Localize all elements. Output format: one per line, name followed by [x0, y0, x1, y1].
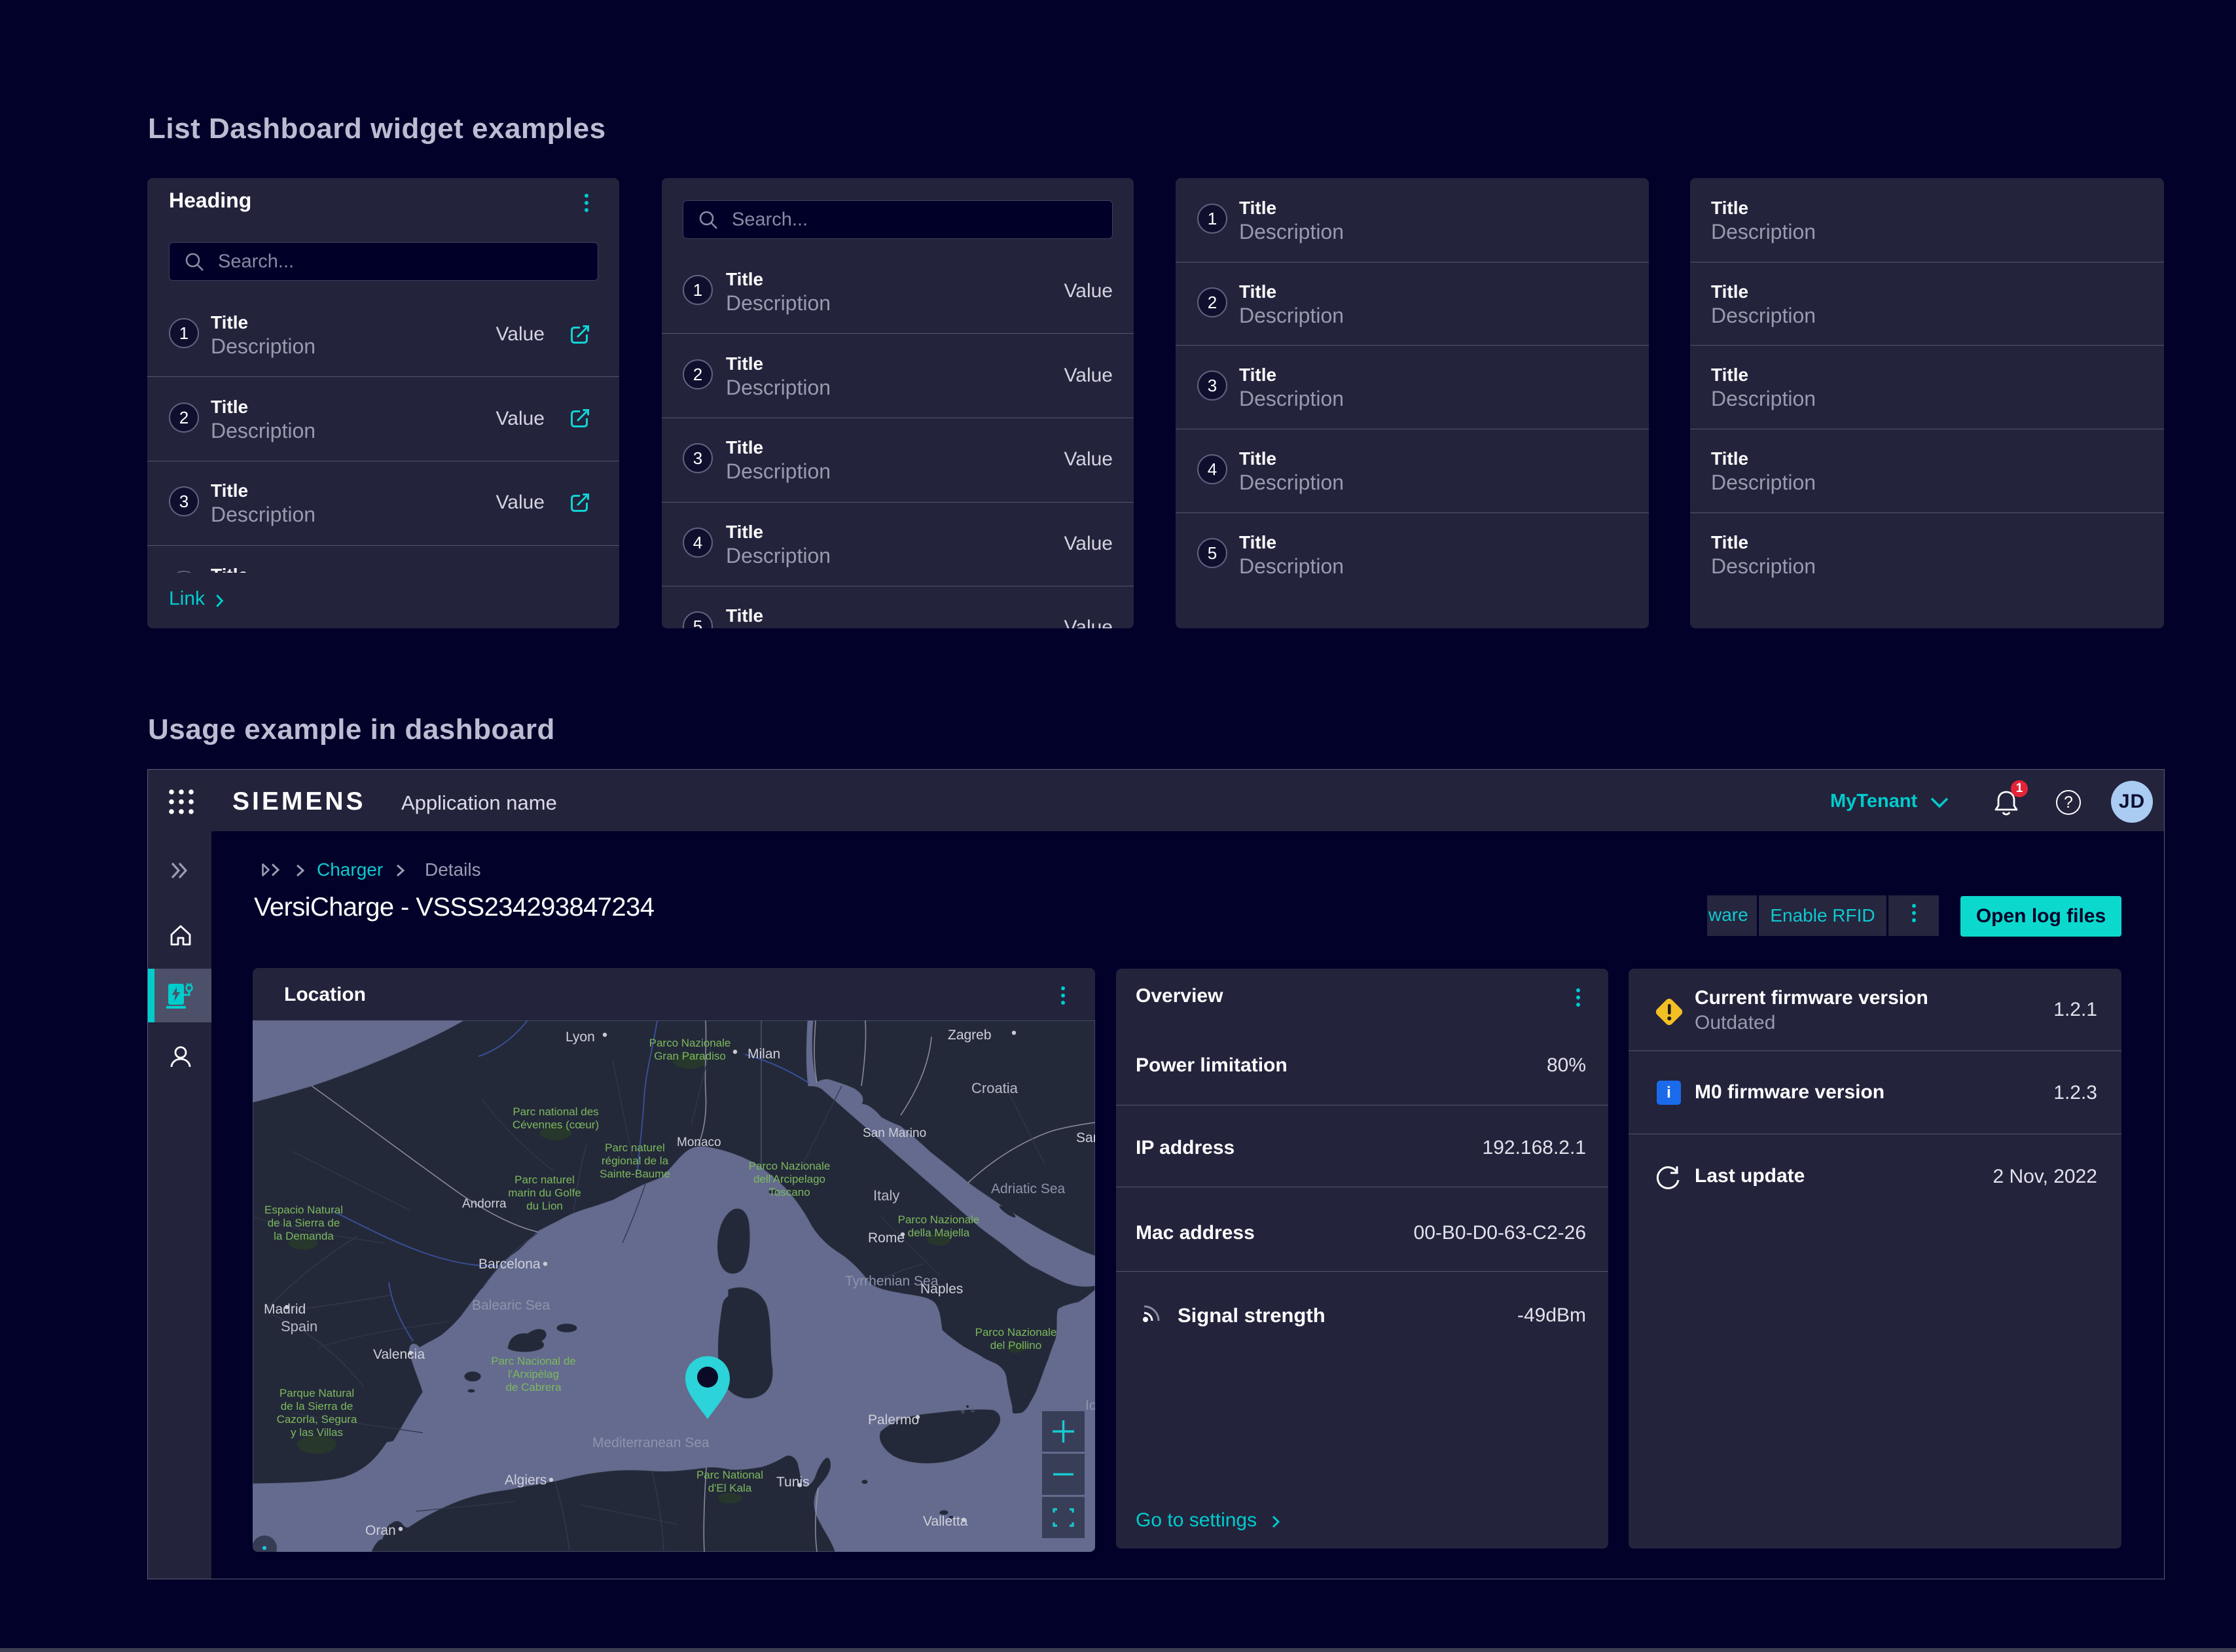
- svg-text:y las Villas: y las Villas: [291, 1426, 343, 1439]
- svg-text:Espacio Natural: Espacio Natural: [264, 1204, 343, 1216]
- svg-text:du Lion: du Lion: [526, 1200, 563, 1212]
- svg-text:Parc naturel: Parc naturel: [605, 1141, 665, 1154]
- svg-text:della Majella: della Majella: [908, 1227, 970, 1239]
- svg-text:Adriatic Sea: Adriatic Sea: [991, 1181, 1066, 1196]
- svg-text:Lyon: Lyon: [566, 1030, 595, 1045]
- svg-text:Parc naturel: Parc naturel: [514, 1174, 575, 1186]
- svg-text:Mediterranean Sea: Mediterranean Sea: [592, 1435, 710, 1450]
- svg-text:Parco Nazionale: Parco Nazionale: [975, 1326, 1057, 1338]
- svg-text:dell'Arcipelago: dell'Arcipelago: [753, 1173, 825, 1185]
- svg-text:l'Arxipèlag: l'Arxipèlag: [508, 1368, 559, 1380]
- svg-text:Oran: Oran: [365, 1523, 396, 1538]
- svg-text:Parc National: Parc National: [696, 1469, 763, 1481]
- svg-text:Parc national des: Parc national des: [513, 1105, 598, 1118]
- svg-text:Gran Paradiso: Gran Paradiso: [654, 1050, 726, 1062]
- svg-text:Parque Natural: Parque Natural: [280, 1387, 354, 1399]
- svg-text:marin du Golfe: marin du Golfe: [508, 1187, 581, 1199]
- svg-text:Balearic Sea: Balearic Sea: [472, 1298, 550, 1313]
- svg-text:Valencia: Valencia: [373, 1347, 425, 1362]
- svg-text:Zagreb: Zagreb: [948, 1028, 992, 1043]
- svg-text:Croatia: Croatia: [971, 1080, 1019, 1096]
- svg-text:Parco Nazionale: Parco Nazionale: [749, 1160, 831, 1172]
- svg-text:Parc Nacional de: Parc Nacional de: [491, 1355, 575, 1367]
- svg-text:Andorra: Andorra: [462, 1197, 507, 1211]
- svg-text:Parco Nazionale: Parco Nazionale: [898, 1213, 980, 1226]
- svg-text:Io: Io: [1085, 1398, 1095, 1413]
- svg-text:Tunis: Tunis: [776, 1475, 810, 1490]
- svg-text:Rome: Rome: [868, 1230, 905, 1246]
- svg-text:Madrid: Madrid: [264, 1302, 306, 1317]
- svg-text:Tyrrhenian Sea: Tyrrhenian Sea: [845, 1274, 939, 1289]
- svg-text:San Marino: San Marino: [863, 1126, 926, 1140]
- svg-text:de la Sierra de: de la Sierra de: [268, 1217, 340, 1229]
- svg-text:Sarajev: Sarajev: [1076, 1130, 1095, 1145]
- svg-text:Cévennes (cœur): Cévennes (cœur): [513, 1119, 599, 1131]
- svg-text:Italy: Italy: [873, 1187, 899, 1204]
- svg-text:régional de la: régional de la: [602, 1155, 669, 1167]
- svg-text:la Demanda: la Demanda: [274, 1230, 334, 1242]
- svg-text:d'El Kala: d'El Kala: [708, 1482, 752, 1494]
- svg-text:Monaco: Monaco: [677, 1136, 721, 1149]
- svg-text:del Pollino: del Pollino: [990, 1339, 1041, 1352]
- svg-text:Sainte-Baume: Sainte-Baume: [600, 1168, 670, 1180]
- svg-text:de la Sierra de: de la Sierra de: [281, 1400, 353, 1412]
- svg-text:Toscano: Toscano: [768, 1186, 810, 1198]
- svg-text:Milan: Milan: [748, 1047, 780, 1062]
- svg-text:Palermo: Palermo: [868, 1412, 919, 1428]
- svg-text:Barcelona: Barcelona: [478, 1257, 541, 1272]
- svg-text:Spain: Spain: [281, 1318, 317, 1335]
- svg-text:Valletta: Valletta: [923, 1514, 968, 1529]
- svg-text:Algiers: Algiers: [505, 1473, 547, 1488]
- svg-text:Cazorla, Segura: Cazorla, Segura: [277, 1413, 357, 1426]
- svg-text:Parco Nazionale: Parco Nazionale: [649, 1037, 731, 1049]
- svg-text:de Cabrera: de Cabrera: [505, 1381, 562, 1393]
